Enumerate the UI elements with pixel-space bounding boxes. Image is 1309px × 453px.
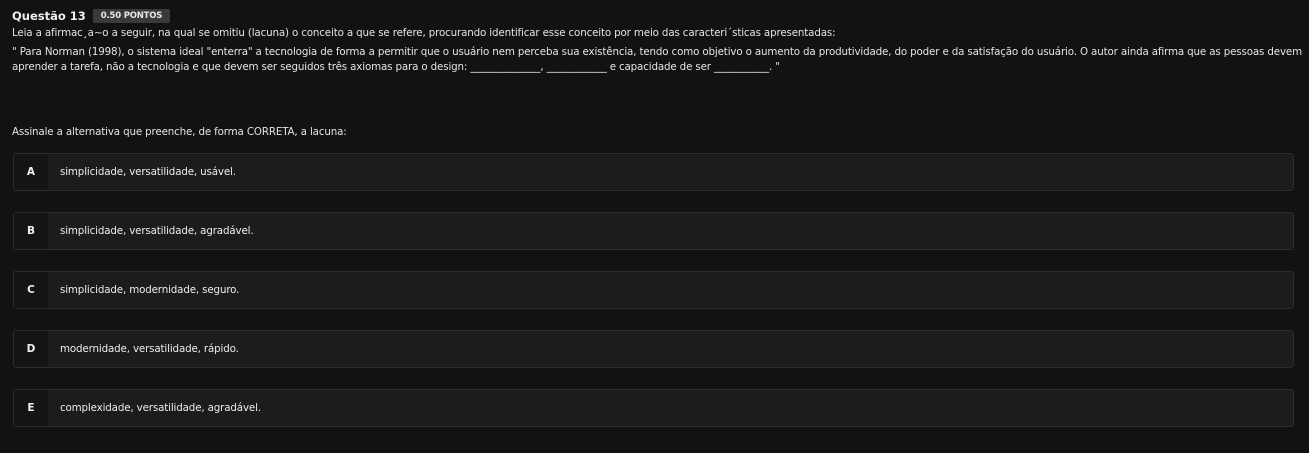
option-text: complexidade, versatilidade, agradável. bbox=[48, 390, 1293, 426]
option-text: modernidade, versatilidade, rápido. bbox=[48, 331, 1293, 367]
option-letter: B bbox=[14, 213, 48, 249]
option-c[interactable]: C simplicidade, modernidade, seguro. bbox=[13, 271, 1294, 309]
option-letter: D bbox=[14, 331, 48, 367]
option-text: simplicidade, versatilidade, usável. bbox=[48, 154, 1293, 190]
question-header: Questão 13 0.50 PONTOS bbox=[12, 7, 1302, 24]
option-text: simplicidade, modernidade, seguro. bbox=[48, 272, 1293, 308]
option-text: simplicidade, versatilidade, agradável. bbox=[48, 213, 1293, 249]
option-letter: E bbox=[14, 390, 48, 426]
option-letter: C bbox=[14, 272, 48, 308]
question-instruction: Leia a afirmac¸a~o a seguir, na qual se … bbox=[12, 27, 836, 39]
question-block: Questão 13 0.50 PONTOS Leia a afirmac¸a~… bbox=[12, 7, 1302, 75]
option-d[interactable]: D modernidade, versatilidade, rápido. bbox=[13, 330, 1294, 368]
option-a[interactable]: A simplicidade, versatilidade, usável. bbox=[13, 153, 1294, 191]
answer-options: A simplicidade, versatilidade, usável. B… bbox=[13, 153, 1294, 448]
question-title: Questão 13 bbox=[12, 8, 86, 23]
option-b[interactable]: B simplicidade, versatilidade, agradável… bbox=[13, 212, 1294, 250]
option-e[interactable]: E complexidade, versatilidade, agradável… bbox=[13, 389, 1294, 427]
points-badge: 0.50 PONTOS bbox=[92, 8, 171, 23]
option-letter: A bbox=[14, 154, 48, 190]
question-prompt: Assinale a alternativa que preenche, de … bbox=[12, 126, 347, 138]
question-quote: " Para Norman (1998), o sistema ideal "e… bbox=[12, 46, 1302, 73]
